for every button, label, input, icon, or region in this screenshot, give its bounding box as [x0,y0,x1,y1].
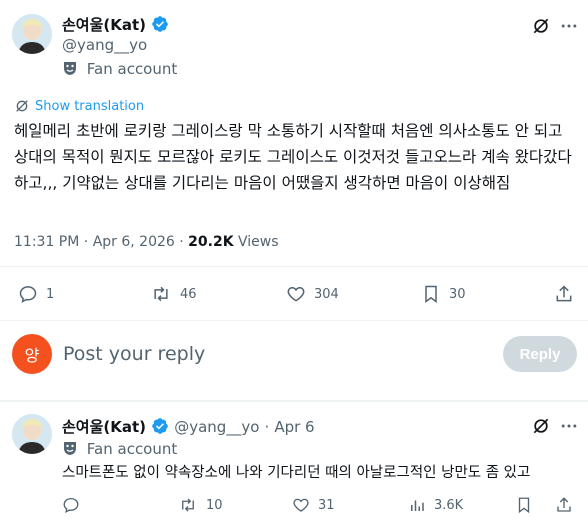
grok-icon[interactable] [531,416,551,436]
author-handle[interactable]: @yang__yo [62,36,147,54]
reply-icon [19,286,37,303]
verified-badge-icon [152,16,169,32]
grok-icon[interactable] [531,16,551,36]
more-options-icon[interactable] [559,416,579,436]
more-options-icon[interactable] [559,16,579,36]
reply-input[interactable]: Post your reply [63,343,205,365]
reply-repost-count: 10 [206,497,223,513]
divider [0,266,588,267]
author-name[interactable]: 손여울(Kat) [62,16,146,34]
reply-reply-action[interactable] [62,496,88,514]
reply-icon [63,497,79,513]
tweet-date[interactable]: Apr 6, 2026 [93,234,175,250]
reply-views-count: 3.6K [434,497,464,513]
views-chart-icon [411,500,424,511]
tweet-time[interactable]: 11:31 PM [14,234,79,250]
reply-like-action[interactable]: 31 [292,496,335,514]
like-count: 304 [314,286,339,302]
share-icon[interactable] [554,284,574,304]
reply-repost-action[interactable]: 10 [178,496,223,514]
views-count: 20.2K [188,234,234,250]
user-avatar[interactable]: 양 [12,334,52,374]
grok-small-icon [16,100,28,112]
bookmark-icon [425,285,437,303]
reply-author-handle[interactable]: @yang__yo [174,418,259,436]
theater-mask-icon [64,62,76,75]
author-avatar[interactable] [12,14,52,54]
divider [0,320,588,321]
show-translation-link[interactable]: Show translation [14,98,144,114]
repost-action[interactable]: 46 [150,284,197,304]
reply-button[interactable]: Reply [503,336,577,372]
heart-icon [293,498,309,512]
bookmark-count: 30 [449,286,466,302]
heart-icon [287,286,305,302]
repost-icon [182,498,194,512]
share-icon[interactable] [555,496,573,514]
show-translation-label[interactable]: Show translation [35,99,144,114]
separator-dot: · [264,418,270,436]
theater-mask-icon [64,442,76,455]
tweet-text: 헤일메리 초반에 로키랑 그레이스랑 막 소통하기 시작할때 처음엔 의사소통도… [14,122,572,192]
views-label: Views [238,234,279,250]
tweet-meta: 11:31 PM · Apr 6, 2026 · 20.2K Views [14,234,279,250]
reply-date[interactable]: Apr 6 [274,418,314,436]
like-action[interactable]: 304 [286,284,339,304]
bookmark-icon[interactable] [515,496,533,514]
reply-like-count: 31 [318,497,335,513]
reply-text: 스마트폰도 없이 약속장소에 나와 기다리던 때의 아날로그적인 낭만도 좀 있… [62,465,531,481]
repost-count: 46 [180,286,197,302]
bookmark-action[interactable]: 30 [421,284,466,304]
reply-views-action[interactable]: 3.6K [408,496,463,514]
verified-badge-icon [152,418,168,434]
repost-icon [154,286,168,302]
reply-author-name[interactable]: 손여울(Kat) [62,418,146,436]
divider [0,400,588,402]
reply-author-avatar[interactable] [12,414,52,454]
fan-account-label: Fan account [86,440,178,458]
reply-action[interactable]: 1 [18,284,54,304]
fan-account-label: Fan account [86,60,178,78]
reply-count: 1 [46,286,55,302]
